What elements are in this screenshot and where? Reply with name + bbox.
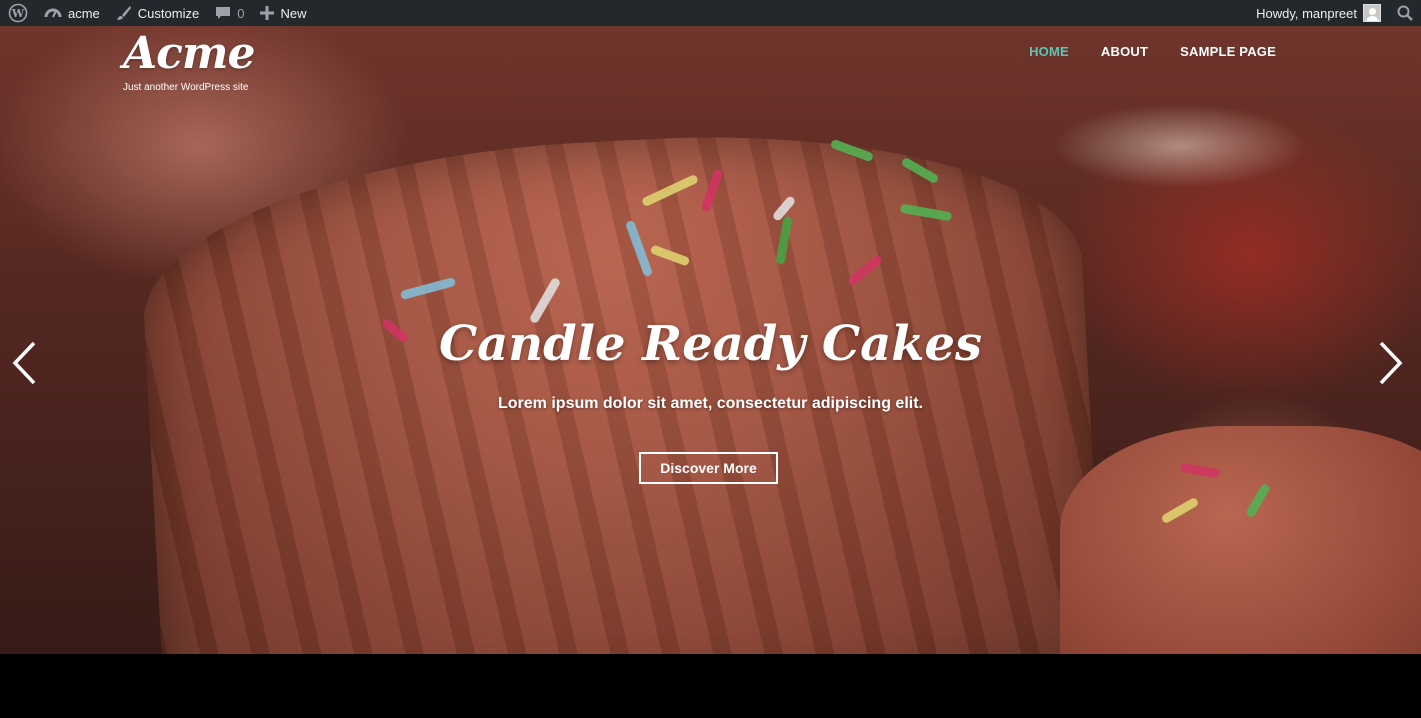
- customize-link[interactable]: Customize: [108, 0, 207, 26]
- greeting-label: Howdy, manpreet: [1256, 5, 1357, 21]
- site-name-menu[interactable]: acme: [36, 0, 108, 26]
- dashboard-icon: [44, 5, 62, 21]
- svg-text:W: W: [11, 7, 25, 20]
- site-logo[interactable]: Acme: [123, 28, 255, 79]
- customize-label: Customize: [137, 5, 200, 21]
- new-label: New: [280, 5, 307, 21]
- site-name-label: acme: [68, 5, 100, 21]
- admin-search[interactable]: [1389, 0, 1421, 26]
- nav-item-sample-page[interactable]: SAMPLE PAGE: [1180, 44, 1276, 59]
- avatar: [1363, 4, 1381, 22]
- chevron-left-icon: [10, 340, 40, 386]
- admin-bar: W acme Customize 0 New Howdy, manpreet: [0, 0, 1421, 26]
- comments-link[interactable]: 0: [207, 0, 252, 26]
- discover-more-button[interactable]: Discover More: [639, 452, 778, 484]
- slide-title: Candle Ready Cakes: [438, 316, 983, 372]
- nav-item-home[interactable]: HOME: [1029, 44, 1069, 59]
- site-tagline: Just another WordPress site: [123, 82, 249, 93]
- wp-logo-menu[interactable]: W: [0, 0, 36, 26]
- wordpress-icon: W: [8, 3, 28, 23]
- comments-count: 0: [237, 5, 245, 21]
- chevron-right-icon: [1375, 340, 1405, 386]
- plus-icon: [260, 6, 275, 20]
- my-account-menu[interactable]: Howdy, manpreet: [1248, 0, 1389, 26]
- slide-description: Lorem ipsum dolor sit amet, consectetur …: [498, 395, 923, 412]
- paintbrush-icon: [116, 5, 132, 21]
- comment-bubble-icon: [215, 5, 231, 21]
- hero-slider: Acme Just another WordPress site HOME AB…: [0, 26, 1421, 654]
- main-navigation: HOME ABOUT SAMPLE PAGE: [1029, 44, 1276, 59]
- search-icon: [1397, 5, 1413, 21]
- admin-bar-left: W acme Customize 0 New: [0, 0, 314, 26]
- new-content-menu[interactable]: New: [252, 0, 314, 26]
- page-bottom-area: [0, 654, 1421, 718]
- admin-bar-right: Howdy, manpreet: [1248, 0, 1421, 26]
- slider-prev-button[interactable]: [10, 340, 40, 386]
- nav-item-about[interactable]: ABOUT: [1101, 44, 1148, 59]
- slider-next-button[interactable]: [1375, 340, 1405, 386]
